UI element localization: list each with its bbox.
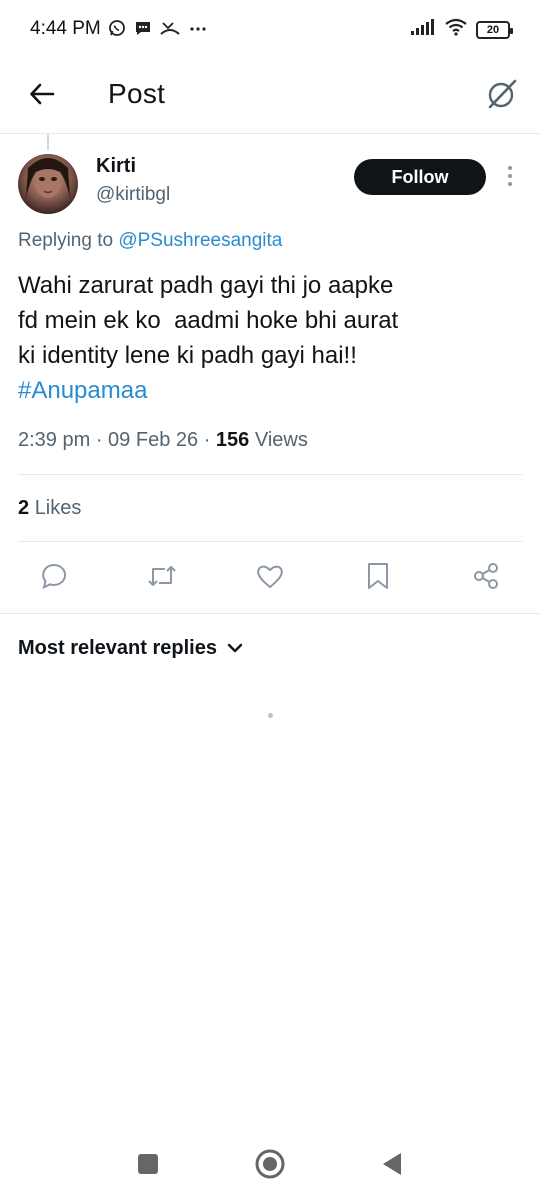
- more-dots-icon: [188, 19, 208, 42]
- arrow-left-icon: [28, 80, 56, 113]
- battery-icon: 20: [476, 20, 513, 39]
- meta-separator: ·: [203, 429, 216, 451]
- back-icon: [380, 1151, 404, 1182]
- bookmark-icon: [365, 561, 391, 596]
- views-label: Views: [254, 429, 308, 451]
- post-text: Wahi zarurat padh gayi thi jo aapke fd m…: [18, 268, 518, 408]
- avatar[interactable]: [18, 154, 78, 214]
- divider: [18, 474, 522, 475]
- system-navigation-bar: [0, 1130, 540, 1200]
- recent-apps-icon: [136, 1152, 160, 1181]
- thread-connector: [47, 134, 49, 150]
- post-date: 09 Feb 26: [108, 429, 199, 451]
- repost-button[interactable]: [146, 562, 178, 594]
- home-button[interactable]: [250, 1146, 290, 1186]
- replying-prefix: Replying to: [18, 230, 119, 251]
- post-text-line: fd mein ek ko aadmi hoke bhi aurat: [18, 307, 399, 334]
- share-button[interactable]: [470, 562, 502, 594]
- grok-button[interactable]: [480, 74, 524, 118]
- recent-apps-button[interactable]: [128, 1146, 168, 1186]
- post-time: 2:39 pm: [18, 429, 91, 451]
- likes-count: 2: [18, 497, 30, 519]
- divider: [0, 613, 540, 614]
- reply-icon: [39, 561, 69, 596]
- repost-icon: [146, 561, 178, 596]
- signal-icon: [410, 18, 436, 41]
- author-handle[interactable]: @kirtibgl: [96, 184, 170, 206]
- author-name[interactable]: Kirti: [96, 155, 136, 178]
- divider: [18, 541, 522, 542]
- status-time: 4:44 PM: [30, 18, 101, 39]
- views-count: 156: [215, 429, 250, 451]
- likes-summary[interactable]: 2 Likes: [18, 497, 81, 520]
- meta-separator: ·: [95, 429, 109, 451]
- status-bar: 4:44 PM 20: [0, 0, 540, 56]
- replying-to: Replying to @PSushreesangita: [18, 230, 282, 252]
- more-options-button[interactable]: [498, 163, 522, 193]
- grok-icon: [485, 77, 519, 116]
- more-vertical-icon: [507, 165, 513, 192]
- like-icon: [255, 561, 285, 596]
- replies-sort-dropdown[interactable]: Most relevant replies: [18, 637, 243, 660]
- action-bar: [0, 556, 540, 600]
- home-icon: [254, 1148, 286, 1185]
- post-text-line: Wahi zarurat padh gayi thi jo aapke: [18, 272, 394, 299]
- loading-indicator: [268, 713, 273, 718]
- hashtag-link[interactable]: #Anupamaa: [18, 373, 518, 408]
- wifi-icon: [444, 18, 468, 41]
- likes-label: Likes: [34, 497, 82, 519]
- app-header: Post: [0, 56, 540, 134]
- back-button[interactable]: [22, 76, 62, 116]
- post-meta: 2:39 pm · 09 Feb 26 · 156 Views: [18, 429, 308, 452]
- back-nav-button[interactable]: [372, 1146, 412, 1186]
- chevron-down-icon: [227, 637, 243, 660]
- follow-button[interactable]: Follow: [354, 159, 486, 195]
- missed-call-icon: [160, 19, 180, 42]
- whatsapp-icon: [108, 19, 126, 42]
- page-title: Post: [108, 78, 166, 109]
- reply-mention-link[interactable]: @PSushreesangita: [118, 230, 282, 251]
- post-text-line: ki identity lene ki padh gayi hai!!: [18, 342, 357, 369]
- bookmark-button[interactable]: [362, 562, 394, 594]
- replies-sort-label: Most relevant replies: [18, 637, 217, 659]
- share-icon: [471, 561, 501, 596]
- notification-icons: [108, 19, 208, 42]
- reply-button[interactable]: [38, 562, 70, 594]
- like-button[interactable]: [254, 562, 286, 594]
- message-icon: [134, 19, 152, 42]
